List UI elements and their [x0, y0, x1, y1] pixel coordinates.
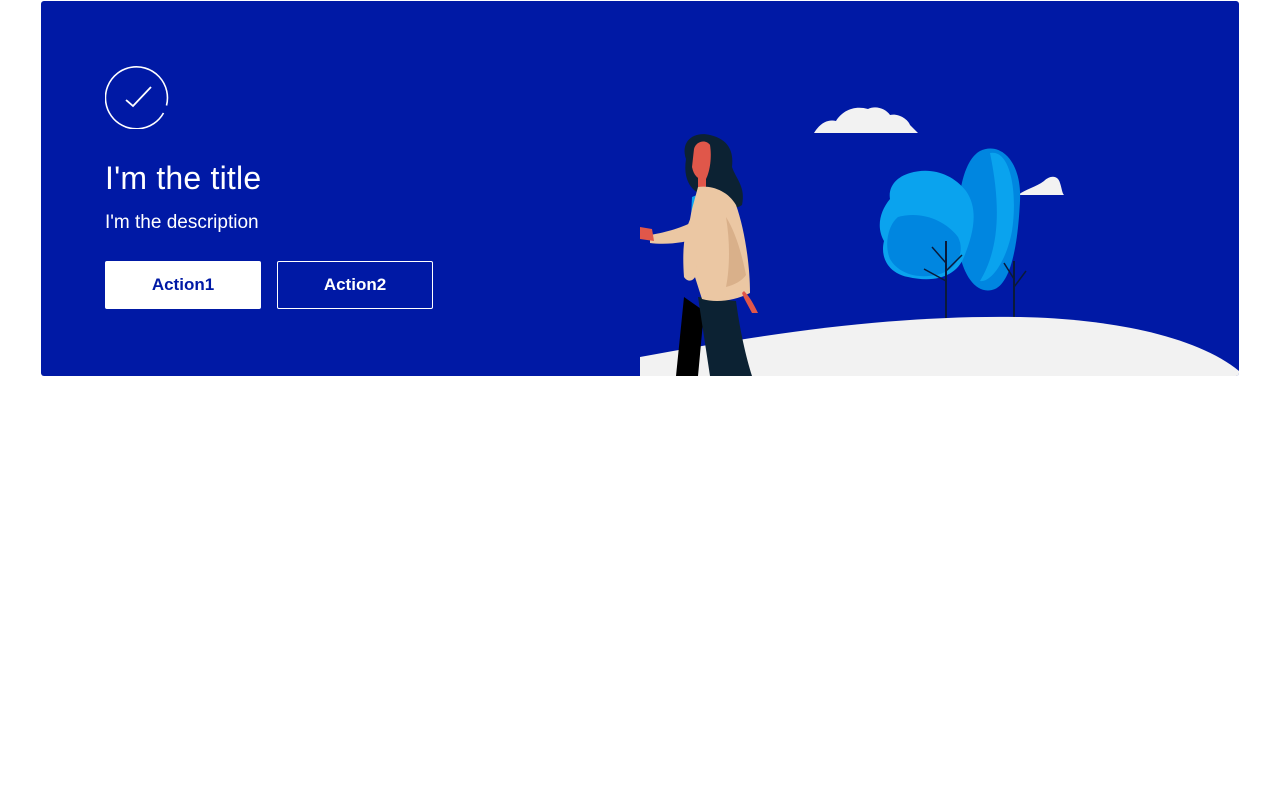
hero-title: I'm the title — [105, 160, 262, 196]
cloud-icon — [1018, 176, 1064, 195]
tree-icon — [879, 148, 1027, 321]
hero-actions: Action1 Action2 — [105, 261, 565, 309]
hero-banner: I'm the title I'm the description Action… — [41, 1, 1239, 376]
woman-figure — [640, 134, 758, 376]
hero-description: I'm the description — [105, 212, 259, 233]
checkmark-circle-icon — [105, 66, 169, 129]
action1-button[interactable]: Action1 — [105, 261, 261, 309]
woman-walking-illustration — [640, 107, 1239, 376]
action2-button[interactable]: Action2 — [277, 261, 433, 309]
hero-content: I'm the title I'm the description Action… — [105, 65, 565, 309]
cloud-icon — [814, 107, 918, 133]
